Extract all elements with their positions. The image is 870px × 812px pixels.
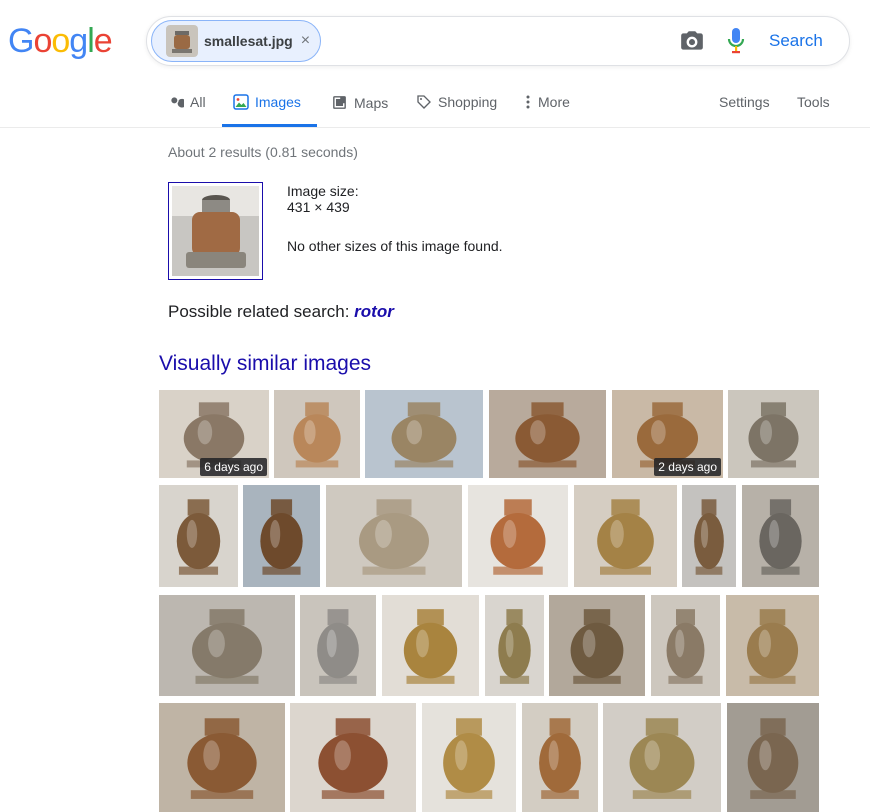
related-search: Possible related search: rotor	[168, 302, 394, 322]
tab-shopping[interactable]: Shopping	[416, 94, 497, 110]
similar-image-thumbnail[interactable]	[159, 485, 238, 587]
search-button[interactable]: Search	[769, 31, 823, 51]
logo-letter: o	[51, 22, 70, 60]
map-icon	[333, 96, 346, 109]
logo-letter: e	[93, 22, 113, 60]
tab-label: Shopping	[438, 94, 498, 110]
similar-image-thumbnail[interactable]	[522, 703, 598, 812]
result-stats: About 2 results (0.81 seconds)	[168, 144, 358, 160]
tab-settings[interactable]: Settings	[719, 94, 770, 110]
similar-image-thumbnail[interactable]	[728, 390, 819, 478]
google-logo[interactable]: Google	[8, 22, 113, 61]
image-size-value: 431 × 439	[287, 199, 350, 215]
recency-badge: 6 days ago	[200, 458, 267, 476]
logo-letter: g	[69, 22, 88, 60]
tab-images[interactable]: Images	[233, 94, 301, 110]
close-icon[interactable]: ×	[301, 32, 310, 50]
image-size-label: Image size:	[287, 183, 359, 199]
similar-image-thumbnail[interactable]	[651, 595, 720, 696]
similar-image-thumbnail[interactable]	[274, 390, 360, 478]
tag-icon	[417, 95, 431, 109]
similar-image-thumbnail[interactable]	[382, 595, 479, 696]
query-image-chip[interactable]: smallesat.jpg ×	[151, 20, 321, 62]
no-other-sizes-text: No other sizes of this image found.	[287, 238, 503, 254]
related-search-prefix: Possible related search:	[168, 302, 355, 321]
tab-label: Settings	[719, 94, 770, 110]
image-icon	[233, 94, 249, 110]
similar-image-thumbnail[interactable]: 2 days ago	[612, 390, 723, 478]
similar-image-thumbnail[interactable]	[326, 485, 462, 587]
related-search-link[interactable]: rotor	[354, 302, 394, 321]
similar-image-thumbnail[interactable]	[574, 485, 677, 587]
search-icon	[171, 97, 184, 108]
similar-image-thumbnail[interactable]	[489, 390, 606, 478]
recency-badge: 2 days ago	[654, 458, 721, 476]
similar-image-thumbnail[interactable]	[726, 595, 819, 696]
search-tabs: All Images Maps Shopping More Settings T…	[0, 82, 870, 128]
similar-image-thumbnail[interactable]	[159, 595, 295, 696]
active-tab-indicator	[222, 124, 317, 127]
query-image[interactable]	[168, 182, 263, 280]
logo-letter: o	[33, 22, 52, 60]
tab-label: More	[538, 94, 570, 110]
tab-maps[interactable]: Maps	[331, 94, 388, 111]
more-vert-icon	[526, 95, 530, 109]
similar-image-thumbnail[interactable]	[742, 485, 819, 587]
similar-image-thumbnail[interactable]	[243, 485, 320, 587]
similar-image-thumbnail[interactable]	[485, 595, 544, 696]
microphone-icon[interactable]	[727, 27, 745, 55]
similar-image-thumbnail[interactable]	[549, 595, 645, 696]
similar-image-thumbnail[interactable]	[422, 703, 516, 812]
similar-image-thumbnail[interactable]	[468, 485, 568, 587]
tab-label: All	[190, 94, 206, 110]
camera-icon[interactable]	[679, 28, 705, 54]
logo-letter: G	[8, 22, 34, 60]
chip-filename: smallesat.jpg	[204, 33, 293, 49]
tab-label: Maps	[354, 94, 389, 111]
similar-image-thumbnail[interactable]: 6 days ago	[159, 390, 269, 478]
similar-image-thumbnail[interactable]	[603, 703, 721, 812]
tab-more[interactable]: More	[524, 94, 570, 110]
tab-tools[interactable]: Tools	[797, 94, 830, 110]
chip-thumbnail	[166, 25, 198, 57]
tab-all[interactable]: All	[168, 94, 206, 110]
tab-label: Images	[255, 94, 301, 110]
similar-image-thumbnail[interactable]	[727, 703, 819, 812]
similar-image-thumbnail[interactable]	[682, 485, 736, 587]
tab-label: Tools	[797, 94, 830, 110]
similar-image-thumbnail[interactable]	[159, 703, 285, 812]
visually-similar-heading[interactable]: Visually similar images	[159, 352, 371, 376]
similar-image-thumbnail[interactable]	[365, 390, 483, 478]
similar-image-thumbnail[interactable]	[300, 595, 376, 696]
search-bar[interactable]: smallesat.jpg × Search	[146, 16, 850, 66]
similar-image-thumbnail[interactable]	[290, 703, 416, 812]
